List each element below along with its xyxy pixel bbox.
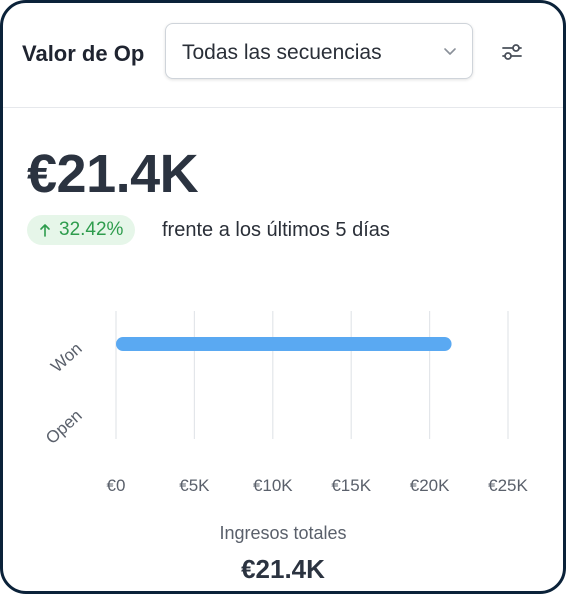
- chevron-down-icon: [444, 48, 456, 55]
- x-tick-label: €15K: [331, 476, 371, 495]
- x-tick-label: €20K: [410, 476, 450, 495]
- widget-title: Valor de Op: [22, 41, 145, 66]
- bar-won[interactable]: [116, 337, 452, 351]
- arrow-up-icon: [40, 224, 50, 237]
- change-badge: 32.42%: [27, 215, 136, 245]
- sequence-select[interactable]: Todas las secuencias: [165, 23, 473, 79]
- sliders-icon[interactable]: [497, 37, 527, 67]
- x-tick-label: €10K: [253, 476, 293, 495]
- footer-value: €21.4K: [241, 554, 325, 584]
- change-percent: 32.42%: [59, 219, 124, 240]
- bar-chart: €0 €5K €10K €15K €20K €25K Won Open: [42, 311, 529, 495]
- comparison-text: frente a los últimos 5 días: [162, 219, 390, 241]
- category-label: Won: [47, 339, 85, 376]
- footer-label: Ingresos totales: [219, 523, 347, 543]
- x-tick-label: €5K: [179, 476, 210, 495]
- sequence-select-value: Todas las secuencias: [182, 41, 382, 64]
- category-label: Open: [42, 406, 86, 448]
- widget-card: Valor de Op Todas las secuencias €21.4K …: [0, 0, 566, 594]
- x-tick-label: €25K: [488, 476, 528, 495]
- x-tick-label: €0: [107, 476, 126, 495]
- total-value: €21.4K: [27, 144, 199, 204]
- widget-header: Valor de Op Todas las secuencias: [3, 3, 563, 108]
